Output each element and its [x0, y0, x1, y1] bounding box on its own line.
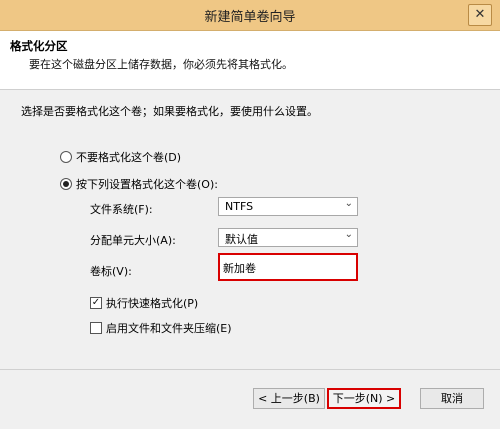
- radio-format[interactable]: 按下列设置格式化这个卷(O):: [60, 176, 218, 192]
- cancel-button[interactable]: 取消: [420, 388, 484, 409]
- filesystem-select[interactable]: NTFS ⌄: [218, 197, 358, 216]
- next-button[interactable]: 下一步(N) >: [327, 388, 401, 409]
- quick-format-checkbox-row[interactable]: ✓ 执行快速格式化(P): [90, 295, 198, 311]
- window-title: 新建简单卷向导: [204, 10, 296, 25]
- volume-label-value: 新加卷: [223, 262, 256, 275]
- checkbox-empty-icon[interactable]: [90, 322, 102, 334]
- filesystem-label: 文件系统(F):: [90, 203, 153, 216]
- radio-selected-icon[interactable]: [60, 178, 72, 190]
- title-bar: 新建简单卷向导 ✕: [0, 0, 500, 31]
- radio-no-format[interactable]: 不要格式化这个卷(D): [60, 149, 181, 165]
- close-button[interactable]: ✕: [468, 4, 492, 26]
- volume-label-label: 卷标(V):: [90, 265, 132, 278]
- chevron-down-icon: ⌄: [344, 229, 353, 240]
- radio-format-label: 按下列设置格式化这个卷(O):: [76, 178, 218, 191]
- radio-icon[interactable]: [60, 151, 72, 163]
- wizard-header: 格式化分区 要在这个磁盘分区上储存数据，你必须先将其格式化。: [0, 31, 500, 90]
- back-button[interactable]: < 上一步(B): [253, 388, 325, 409]
- compression-checkbox-row[interactable]: 启用文件和文件夹压缩(E): [90, 320, 232, 336]
- compression-label: 启用文件和文件夹压缩(E): [106, 322, 232, 335]
- chevron-down-icon: ⌄: [344, 198, 353, 209]
- alloc-unit-value: 默认值: [225, 233, 258, 246]
- alloc-unit-label: 分配单元大小(A):: [90, 234, 176, 247]
- filesystem-value: NTFS: [225, 200, 254, 213]
- question-text: 选择是否要格式化这个卷；如果要格式化，要使用什么设置。: [21, 105, 318, 118]
- footer-divider: [0, 369, 500, 370]
- page-title: 格式化分区: [10, 39, 68, 53]
- radio-no-format-label: 不要格式化这个卷(D): [76, 151, 182, 164]
- close-icon: ✕: [474, 7, 486, 22]
- page-subtitle: 要在这个磁盘分区上储存数据，你必须先将其格式化。: [29, 58, 293, 71]
- checkmark-icon[interactable]: ✓: [90, 297, 102, 309]
- alloc-unit-select[interactable]: 默认值 ⌄: [218, 228, 358, 247]
- volume-label-input[interactable]: 新加卷: [218, 253, 358, 281]
- quick-format-label: 执行快速格式化(P): [106, 297, 199, 310]
